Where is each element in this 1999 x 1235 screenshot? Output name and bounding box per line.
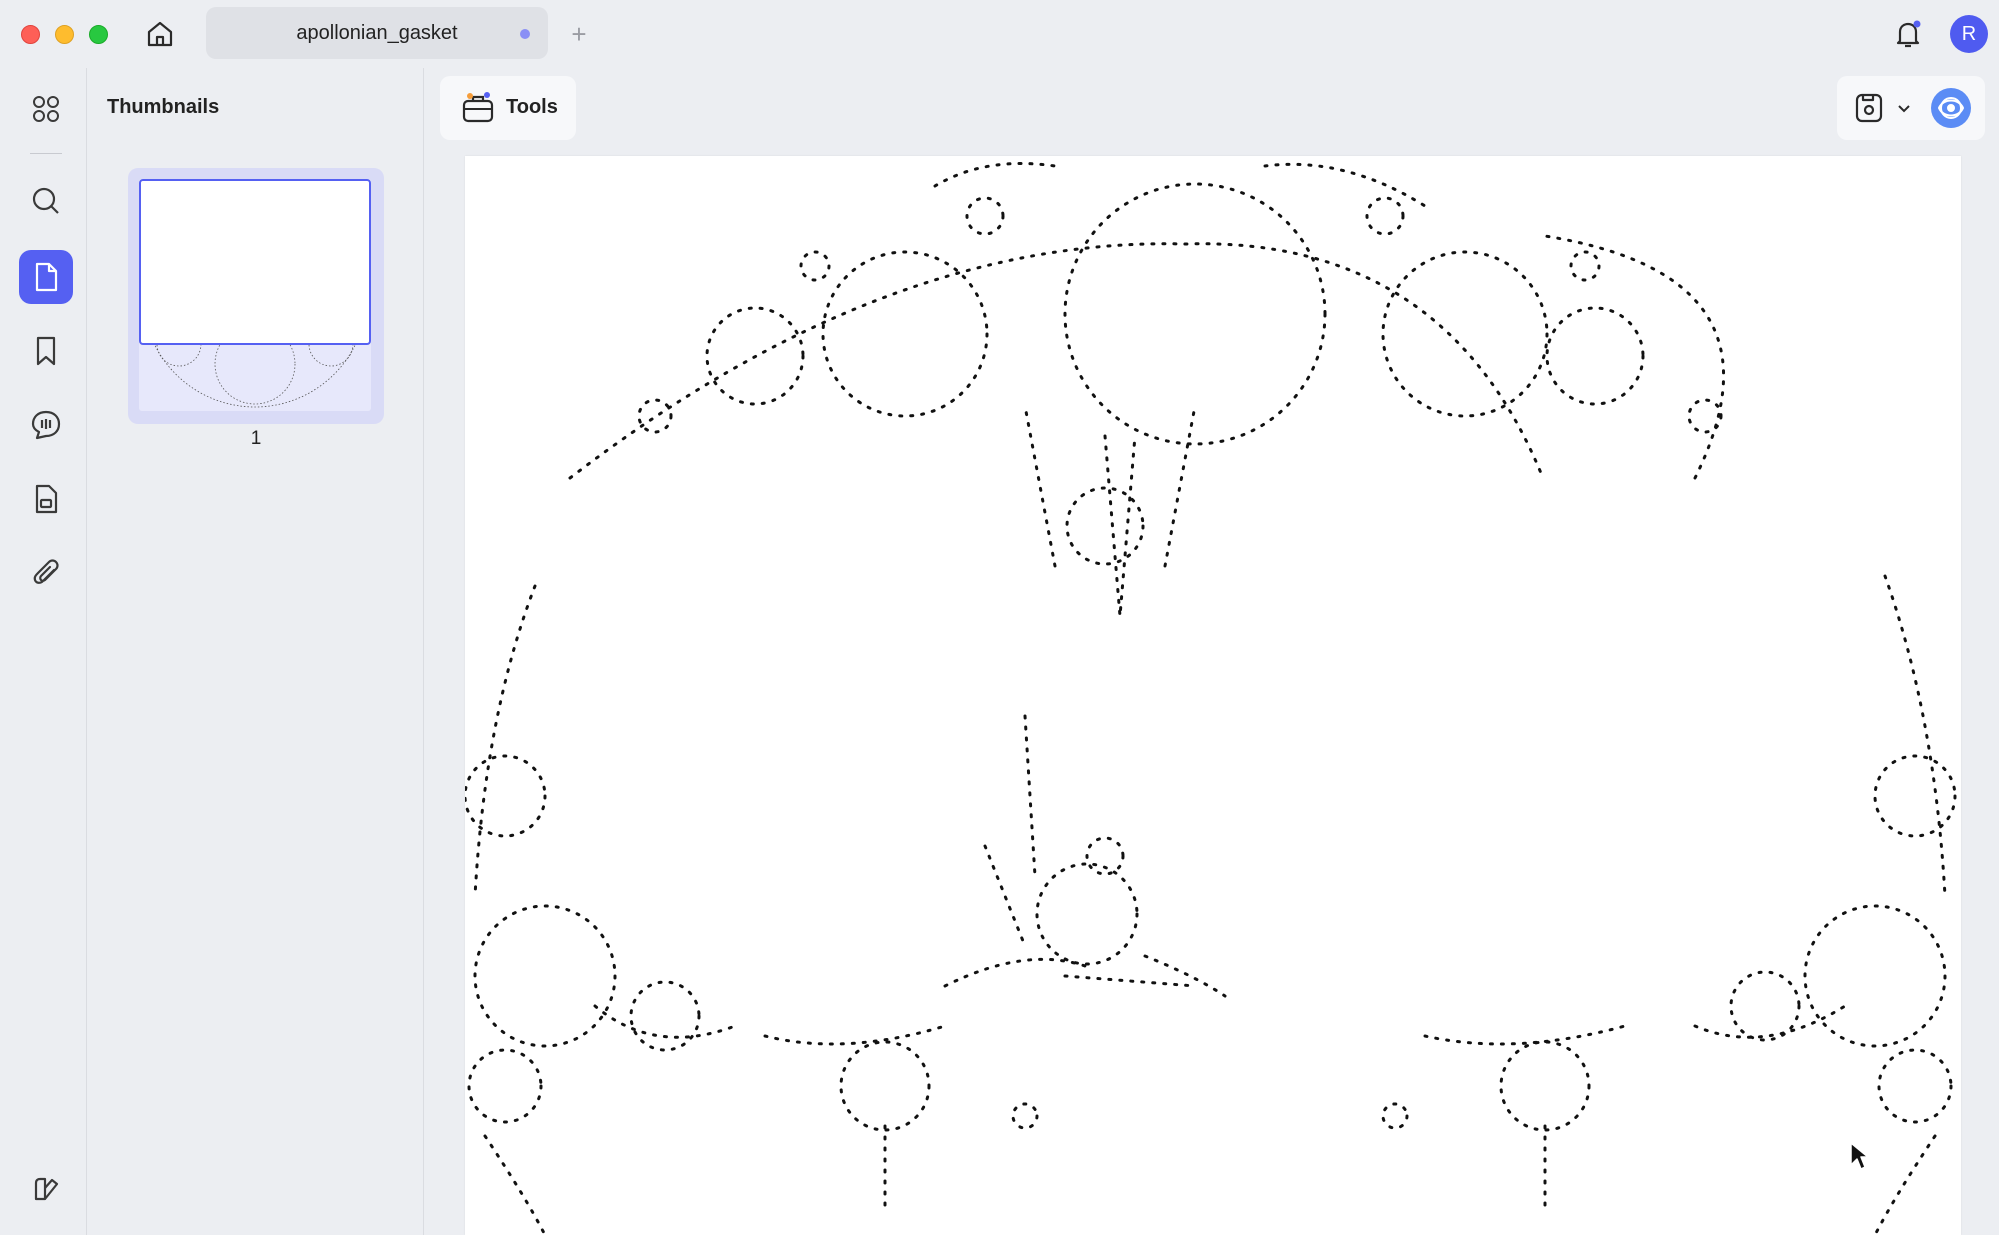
sidebar-toggle-button[interactable] bbox=[19, 1162, 73, 1216]
comment-icon bbox=[31, 410, 61, 440]
bookmark-icon bbox=[36, 336, 56, 366]
forms-button[interactable] bbox=[19, 472, 73, 526]
save-group bbox=[1837, 76, 1985, 140]
window-minimize-button[interactable] bbox=[55, 25, 74, 44]
save-button[interactable] bbox=[1851, 90, 1887, 126]
ai-assistant-icon bbox=[1937, 97, 1965, 119]
toolbox-icon bbox=[462, 92, 494, 123]
save-icon bbox=[1855, 93, 1883, 123]
window-close-button[interactable] bbox=[21, 25, 40, 44]
page-icon bbox=[35, 262, 58, 292]
thumbnails-button[interactable] bbox=[19, 250, 73, 304]
title-bar: apollonian_gasket + R bbox=[0, 0, 1999, 68]
main-content: Tools bbox=[425, 68, 1999, 1235]
document-page[interactable] bbox=[465, 156, 1961, 1235]
chevron-down-icon bbox=[1898, 105, 1910, 113]
window-maximize-button[interactable] bbox=[89, 25, 108, 44]
page-number-label: 1 bbox=[250, 428, 262, 449]
apollonian-gasket-image bbox=[465, 162, 1957, 1235]
document-tab[interactable]: apollonian_gasket bbox=[206, 7, 548, 59]
thumbnails-panel: Thumbnails 1 bbox=[88, 68, 424, 1235]
page-thumbnail-1[interactable] bbox=[128, 168, 384, 424]
bookmarks-button[interactable] bbox=[19, 324, 73, 378]
left-icon-rail bbox=[0, 68, 87, 1235]
comments-button[interactable] bbox=[19, 398, 73, 452]
home-button[interactable] bbox=[140, 16, 180, 52]
new-tab-button[interactable]: + bbox=[567, 16, 591, 52]
tab-title: apollonian_gasket bbox=[296, 21, 458, 44]
home-icon bbox=[147, 21, 173, 47]
search-button[interactable] bbox=[19, 174, 73, 228]
search-icon bbox=[32, 187, 59, 214]
mouse-pointer-icon bbox=[1850, 1142, 1869, 1170]
rail-divider bbox=[30, 153, 62, 154]
notifications-button[interactable] bbox=[1890, 16, 1926, 52]
ai-assistant-button[interactable] bbox=[1931, 88, 1971, 128]
form-icon bbox=[35, 484, 58, 514]
tools-label: Tools bbox=[506, 96, 558, 118]
bell-icon bbox=[1896, 20, 1921, 48]
thumbnail-viewport-indicator bbox=[139, 179, 371, 345]
grid-icon bbox=[33, 96, 59, 122]
panel-title: Thumbnails bbox=[107, 96, 220, 118]
apps-button[interactable] bbox=[19, 82, 73, 136]
sidebar-toggle-icon bbox=[34, 1177, 59, 1201]
thumbnail-page-image bbox=[139, 179, 371, 411]
attachments-button[interactable] bbox=[19, 546, 73, 600]
avatar[interactable]: R bbox=[1950, 15, 1988, 53]
save-options-dropdown[interactable] bbox=[1895, 98, 1913, 118]
paperclip-icon bbox=[33, 559, 59, 584]
tools-button[interactable]: Tools bbox=[440, 76, 576, 140]
unsaved-indicator bbox=[520, 29, 530, 39]
